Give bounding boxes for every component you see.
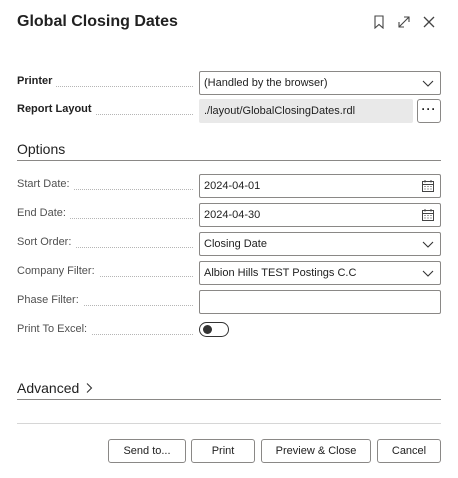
- start-date-value: 2024-04-01: [204, 180, 261, 192]
- advanced-section-header[interactable]: Advanced: [17, 380, 93, 396]
- calendar-icon[interactable]: [421, 179, 435, 193]
- expand-icon[interactable]: [394, 12, 414, 32]
- options-section-title[interactable]: Options: [17, 141, 65, 157]
- chevron-down-icon: [422, 270, 434, 277]
- cancel-button[interactable]: Cancel: [377, 439, 441, 463]
- company-filter-label: Company Filter:: [17, 265, 99, 277]
- print-button[interactable]: Print: [191, 439, 255, 463]
- report-request-dialog: Global Closing Dates Printer (Handled by…: [0, 0, 458, 478]
- preview-close-button[interactable]: Preview & Close: [261, 439, 371, 463]
- close-icon[interactable]: [419, 12, 439, 32]
- chevron-down-icon: [422, 80, 434, 87]
- footer-divider: [17, 423, 441, 424]
- printer-row: Printer (Handled by the browser): [17, 71, 441, 95]
- toggle-knob: [203, 325, 212, 334]
- end-date-label: End Date:: [17, 207, 70, 219]
- end-date-row: End Date: 2024-04-30: [17, 203, 441, 227]
- options-divider: [17, 160, 441, 161]
- report-layout-field: ./layout/GlobalClosingDates.rdl: [199, 99, 413, 123]
- company-filter-value: Albion Hills TEST Postings C.C: [204, 267, 357, 279]
- start-date-row: Start Date: 2024-04-01: [17, 174, 441, 198]
- phase-filter-input[interactable]: [199, 290, 441, 314]
- sort-order-row: Sort Order: Closing Date: [17, 232, 441, 256]
- report-layout-label: Report Layout: [17, 103, 96, 115]
- print-to-excel-row: Print To Excel:: [17, 319, 441, 343]
- sort-order-select[interactable]: Closing Date: [199, 232, 441, 256]
- printer-value: (Handled by the browser): [204, 77, 328, 89]
- phase-filter-label: Phase Filter:: [17, 294, 83, 306]
- printer-select[interactable]: (Handled by the browser): [199, 71, 441, 95]
- company-filter-select[interactable]: Albion Hills TEST Postings C.C: [199, 261, 441, 285]
- print-to-excel-toggle[interactable]: [199, 322, 229, 337]
- report-layout-value: ./layout/GlobalClosingDates.rdl: [204, 105, 356, 117]
- chevron-right-icon: [86, 383, 93, 393]
- send-to-button[interactable]: Send to...: [108, 439, 186, 463]
- start-date-label: Start Date:: [17, 178, 74, 190]
- end-date-input[interactable]: 2024-04-30: [199, 203, 441, 227]
- report-layout-lookup-button[interactable]: ···: [417, 99, 441, 123]
- advanced-section-title: Advanced: [17, 380, 80, 396]
- advanced-divider: [17, 399, 441, 400]
- sort-order-value: Closing Date: [204, 238, 267, 250]
- chevron-down-icon: [422, 241, 434, 248]
- sort-order-label: Sort Order:: [17, 236, 76, 248]
- calendar-icon[interactable]: [421, 208, 435, 222]
- report-layout-row: Report Layout ./layout/GlobalClosingDate…: [17, 99, 441, 123]
- phase-filter-row: Phase Filter:: [17, 290, 441, 314]
- company-filter-row: Company Filter: Albion Hills TEST Postin…: [17, 261, 441, 285]
- bookmark-icon[interactable]: [369, 12, 389, 32]
- start-date-input[interactable]: 2024-04-01: [199, 174, 441, 198]
- print-to-excel-label: Print To Excel:: [17, 323, 92, 335]
- printer-label: Printer: [17, 75, 57, 87]
- end-date-value: 2024-04-30: [204, 209, 261, 221]
- dialog-title: Global Closing Dates: [17, 13, 178, 30]
